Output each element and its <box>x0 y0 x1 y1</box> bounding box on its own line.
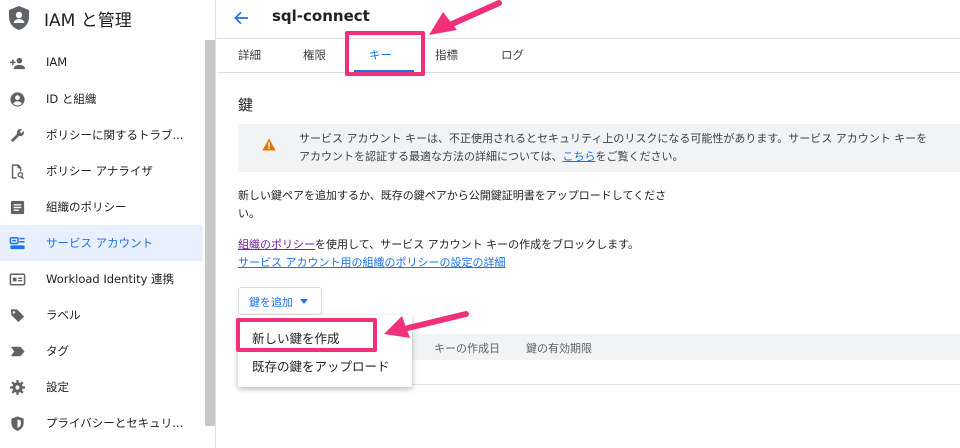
learn-more-link[interactable]: こちら <box>562 150 595 163</box>
person-add-icon <box>9 57 26 70</box>
sidebar-item-workload-identity[interactable]: Workload Identity 連携 <box>0 261 203 297</box>
sidebar-item-policy-troubleshooter[interactable]: ポリシーに関するトラブ... <box>0 117 203 153</box>
sidebar-item-label: 組織のポリシー <box>46 200 127 214</box>
sidebar-item-privacy-security[interactable]: プライバシーとセキュリ... <box>0 405 203 441</box>
sidebar-item-identity-org[interactable]: ID と組織 <box>0 81 203 117</box>
account-circle-icon <box>10 92 25 107</box>
sidebar: IAM と管理 IAM ID と組織 ポリシーに関するトラブ... ポリシー ア… <box>0 0 216 448</box>
warning-line-2-prefix: アカウントを認証する最適な方法の詳細については、 <box>299 150 563 163</box>
iam-shield-logo-icon <box>9 6 29 30</box>
warning-icon <box>262 138 276 151</box>
sidebar-item-label: プライバシーとセキュリ... <box>46 416 184 430</box>
service-account-icon <box>9 237 25 250</box>
sidebar-item-labels[interactable]: ラベル <box>0 297 203 333</box>
sidebar-item-label: ID と組織 <box>46 92 97 106</box>
warning-banner: サービス アカウント キーは、不正使用されるとセキュリティ上のリスクになる可能性… <box>238 124 960 172</box>
sidebar-item-label: ポリシーに関するトラブ... <box>46 128 184 142</box>
tag-icon <box>10 309 25 323</box>
tab-details[interactable]: 詳細 <box>238 47 261 63</box>
arrow-to-keys-tab-icon <box>429 0 502 35</box>
policy-description: を使用して、サービス アカウント キーの作成をブロックします。 <box>315 238 640 251</box>
keys-tab-highlight <box>345 31 425 76</box>
arrow-to-create-key-icon <box>384 311 469 338</box>
page-title: sql-connect <box>272 7 370 25</box>
sidebar-item-service-accounts[interactable]: サービス アカウント <box>0 225 203 261</box>
warning-line-2-suffix: をご覧ください。 <box>595 150 684 163</box>
tab-permissions[interactable]: 権限 <box>303 47 326 63</box>
add-key-button[interactable]: 鍵を追加 <box>238 287 322 315</box>
org-policy-link[interactable]: 組織のポリシー <box>238 238 315 251</box>
warning-line-1: サービス アカウント キーは、不正使用されるとセキュリティ上のリスクになる可能性… <box>299 132 928 145</box>
intro-text: 新しい鍵ペアを追加するか、既存の鍵ペアから公開鍵証明書をアップロードしてくださ … <box>238 187 666 223</box>
sidebar-header: IAM と管理 <box>0 0 216 38</box>
sidebar-scrollbar[interactable] <box>205 40 215 426</box>
tab-bar: 詳細 権限 キー 指標 ログ <box>217 39 960 73</box>
label-arrow-icon <box>10 346 25 357</box>
add-key-label: 鍵を追加 <box>249 296 293 309</box>
menu-item-label: 既存の鍵をアップロード <box>252 359 390 374</box>
gear-icon <box>9 379 26 396</box>
back-arrow-icon[interactable] <box>232 9 250 27</box>
sidebar-item-label: Workload Identity 連携 <box>46 272 175 286</box>
intro-line-1: 新しい鍵ペアを追加するか、既存の鍵ペアから公開鍵証明書をアップロードしてくださ <box>238 189 667 202</box>
sidebar-item-label: サービス アカウント <box>46 236 154 250</box>
wrench-icon <box>10 129 24 143</box>
sidebar-item-settings[interactable]: 設定 <box>0 369 203 405</box>
sidebar-item-label: タグ <box>46 344 69 358</box>
intro-line-2: い。 <box>238 207 260 220</box>
policy-detail-link[interactable]: サービス アカウント用の組織のポリシーの設定の詳細 <box>238 256 506 269</box>
sidebar-title: IAM と管理 <box>44 11 132 31</box>
dropdown-caret-icon <box>300 299 308 304</box>
menu-item-upload-existing-key[interactable]: 既存の鍵をアップロード <box>238 350 412 378</box>
shield-icon <box>11 416 24 431</box>
sidebar-item-org-policies[interactable]: 組織のポリシー <box>0 189 203 225</box>
warning-text: サービス アカウント キーは、不正使用されるとセキュリティ上のリスクになる可能性… <box>299 130 927 166</box>
tab-metrics[interactable]: 指標 <box>435 47 458 63</box>
sidebar-item-label: 設定 <box>46 380 69 394</box>
section-title: 鍵 <box>238 96 254 114</box>
sidebar-item-tags[interactable]: タグ <box>0 333 203 369</box>
id-card-icon <box>9 273 26 286</box>
document-search-icon <box>11 164 25 180</box>
sidebar-item-label: ポリシー アナライザ <box>46 164 153 178</box>
list-box-icon <box>10 200 25 215</box>
sidebar-item-label: IAM <box>46 55 68 69</box>
create-key-highlight <box>236 318 377 352</box>
tab-logs[interactable]: ログ <box>501 47 524 63</box>
policy-text: 組織のポリシーを使用して、サービス アカウント キーの作成をブロックします。 サ… <box>238 236 639 272</box>
sidebar-item-policy-analyzer[interactable]: ポリシー アナライザ <box>0 153 203 189</box>
sidebar-item-label: ラベル <box>46 308 81 322</box>
col-key-expiration: 鍵の有効期限 <box>526 342 592 355</box>
sidebar-item-iam[interactable]: IAM <box>0 45 203 81</box>
